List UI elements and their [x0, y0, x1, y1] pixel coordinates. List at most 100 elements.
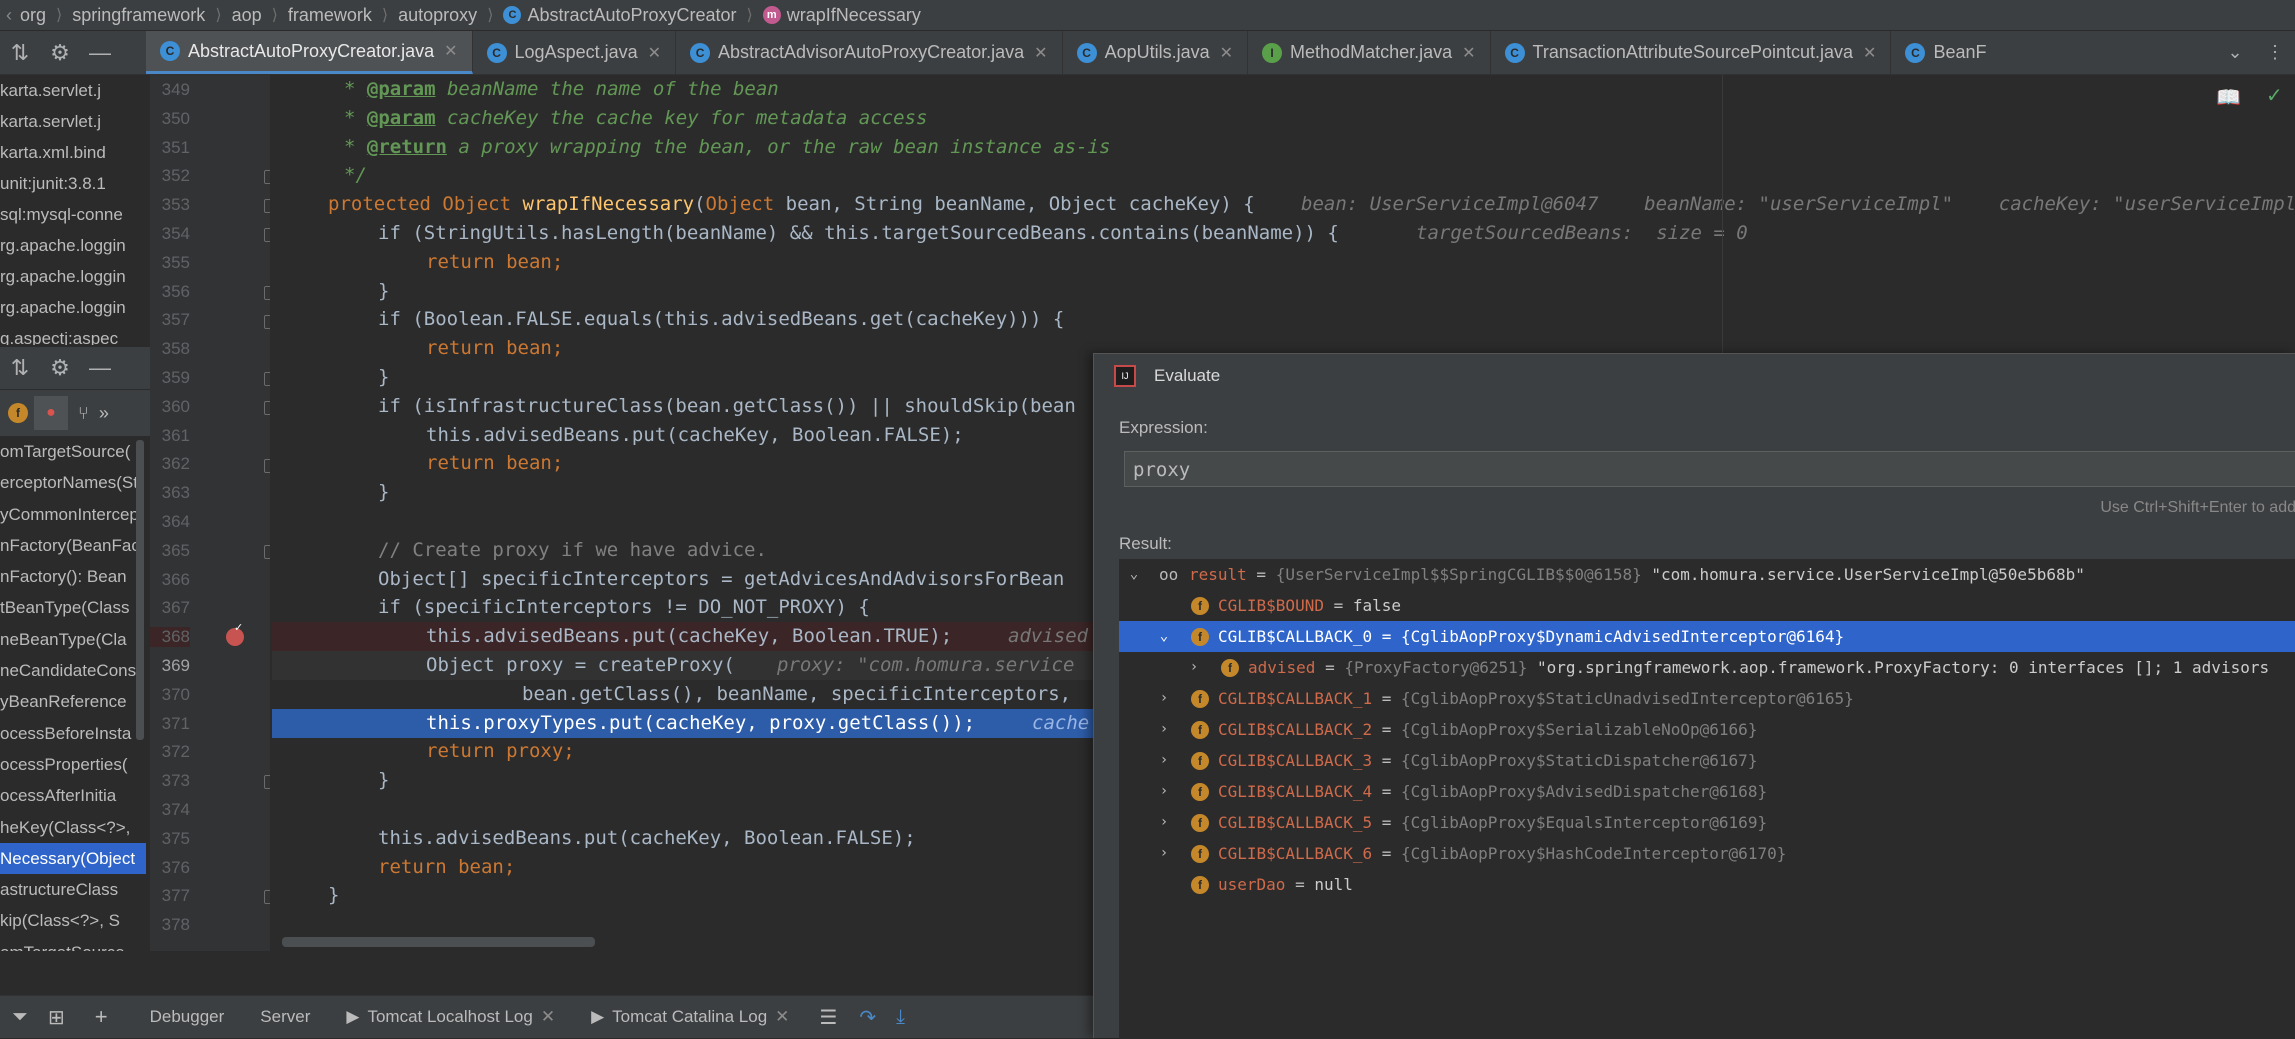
close-icon[interactable]: ✕: [1863, 43, 1876, 63]
list-item[interactable]: karta.servlet.j: [0, 106, 150, 137]
close-icon[interactable]: ✕: [1462, 43, 1475, 63]
chevron-down-icon[interactable]: ⌄: [1127, 559, 1141, 590]
frame-item[interactable]: heKey(Class<?>,: [0, 812, 146, 843]
frame-item[interactable]: ocessAfterInitia: [0, 780, 146, 811]
step-into-icon[interactable]: ⤓: [886, 1006, 915, 1029]
step-over-icon[interactable]: ↷: [849, 1005, 886, 1030]
frame-item[interactable]: ocessBeforeInsta: [0, 718, 146, 749]
lock-icon[interactable]: ●: [34, 396, 68, 430]
chevron-down-icon[interactable]: ⌄: [1157, 621, 1171, 652]
frame-item[interactable]: erceptorNames(St: [0, 467, 146, 498]
filter-icon[interactable]: f: [8, 403, 28, 423]
tree-row[interactable]: › f CGLIB$CALLBACK_2 = {CglibAopProxy$Se…: [1119, 714, 2295, 745]
fold-icon[interactable]: [264, 775, 270, 789]
frame-item[interactable]: omTargetSource: [0, 937, 146, 951]
fold-icon[interactable]: [264, 170, 270, 184]
frame-item[interactable]: kip(Class<?>, S: [0, 905, 146, 936]
tree-row[interactable]: ⌄ oo result = {UserServiceImpl$$SpringCG…: [1119, 559, 2295, 590]
chevron-right-icon[interactable]: ›: [1187, 652, 1201, 683]
list-item[interactable]: unit:junit:3.8.1: [0, 168, 150, 199]
list-item[interactable]: rg.apache.loggin: [0, 261, 150, 292]
fold-icon[interactable]: [264, 545, 270, 559]
list-item[interactable]: karta.xml.bind: [0, 137, 150, 168]
tree-row[interactable]: › f advised = {ProxyFactory@6251} "org.s…: [1119, 652, 2295, 683]
list-item[interactable]: karta.servlet.j: [0, 75, 150, 106]
frame-item[interactable]: neCandidateCons: [0, 655, 146, 686]
chevron-right-icon[interactable]: ›: [1157, 683, 1171, 714]
tab-log-aspect[interactable]: C LogAspect.java ✕: [473, 31, 677, 74]
fold-icon[interactable]: [264, 228, 270, 242]
frame-item[interactable]: ocessProperties(: [0, 749, 146, 780]
tree-row[interactable]: › f CGLIB$CALLBACK_5 = {CglibAopProxy$Eq…: [1119, 807, 2295, 838]
tree-row[interactable]: › f CGLIB$CALLBACK_6 = {CglibAopProxy$Ha…: [1119, 838, 2295, 869]
collapse-all-icon[interactable]: ⇅: [0, 31, 40, 74]
frame-item[interactable]: yCommonIntercep: [0, 499, 146, 530]
chevron-right-icon[interactable]: ›: [1157, 776, 1171, 807]
close-icon[interactable]: ✕: [541, 1007, 555, 1027]
tab-abstract-auto-proxy-creator[interactable]: C AbstractAutoProxyCreator.java ✕: [146, 31, 473, 74]
fold-icon[interactable]: [264, 315, 270, 329]
more-vertical-icon[interactable]: ⋮: [2255, 31, 2295, 74]
gear-icon[interactable]: ⚙: [40, 31, 80, 74]
close-icon[interactable]: ✕: [775, 1007, 789, 1027]
more-icon[interactable]: »: [99, 403, 109, 424]
breadcrumb-item[interactable]: framework: [282, 5, 378, 26]
tab-transaction-attribute-source-pointcut[interactable]: C TransactionAttributeSourcePointcut.jav…: [1491, 31, 1892, 74]
chevron-right-icon[interactable]: ›: [1157, 714, 1171, 745]
list-item[interactable]: g.aspectj:aspec: [0, 323, 150, 345]
close-icon[interactable]: ✕: [648, 43, 661, 63]
chevron-right-icon[interactable]: ›: [1157, 745, 1171, 776]
tab-server[interactable]: Server: [242, 1007, 328, 1027]
add-frame-icon[interactable]: ⊞: [38, 1005, 75, 1030]
frame-item[interactable]: astructureClass: [0, 874, 146, 905]
tree-row-selected[interactable]: ⌄ f CGLIB$CALLBACK_0 = {CglibAopProxy$Dy…: [1119, 621, 2295, 652]
breadcrumb-item[interactable]: ‹ org: [0, 5, 52, 26]
fold-icon[interactable]: [264, 401, 270, 415]
tab-tomcat-localhost-log[interactable]: ▶ Tomcat Localhost Log ✕: [328, 1007, 573, 1027]
gear-icon[interactable]: ⚙: [40, 355, 80, 381]
add-icon[interactable]: +: [75, 1004, 132, 1030]
breadcrumb-item[interactable]: springframework: [66, 5, 211, 26]
frame-item[interactable]: nFactory(BeanFac: [0, 530, 146, 561]
frames-scrollbar[interactable]: [136, 440, 144, 740]
tab-tomcat-catalina-log[interactable]: ▶ Tomcat Catalina Log ✕: [573, 1007, 807, 1027]
tree-row[interactable]: f userDao = null: [1119, 869, 2295, 900]
reader-mode-icon[interactable]: 📖: [2216, 85, 2241, 110]
chevron-right-icon[interactable]: ›: [1157, 838, 1171, 869]
breadcrumb-item[interactable]: C AbstractAutoProxyCreator: [497, 5, 742, 26]
chevron-right-icon[interactable]: ›: [1157, 807, 1171, 838]
frame-item-selected[interactable]: Necessary(Object: [0, 842, 146, 875]
fold-icon[interactable]: [264, 286, 270, 300]
tab-abstract-advisor-auto-proxy-creator[interactable]: C AbstractAdvisorAutoProxyCreator.java ✕: [676, 31, 1063, 74]
filter-icon[interactable]: ⏷: [0, 1006, 38, 1029]
collapse-all-icon[interactable]: ⇅: [0, 355, 40, 381]
frame-item[interactable]: neBeanType(Cla: [0, 624, 146, 655]
close-icon[interactable]: ✕: [1034, 43, 1047, 63]
tab-method-matcher[interactable]: I MethodMatcher.java ✕: [1248, 31, 1491, 74]
frame-item[interactable]: nFactory(): Bean: [0, 561, 146, 592]
menu-icon[interactable]: ☰: [807, 1005, 849, 1030]
breadcrumb-item[interactable]: m wrapIfNecessary: [757, 5, 927, 26]
close-icon[interactable]: ✕: [444, 41, 457, 61]
list-item[interactable]: sql:mysql-conne: [0, 199, 150, 230]
frame-item[interactable]: tBeanType(Class: [0, 592, 146, 623]
funnel-icon[interactable]: ⑂: [78, 403, 89, 424]
frame-item[interactable]: omTargetSource(: [0, 436, 146, 467]
frame-item[interactable]: yBeanReference: [0, 686, 146, 717]
expression-input[interactable]: proxy: [1124, 451, 2295, 487]
chevron-down-icon[interactable]: ⌄: [2215, 31, 2255, 74]
close-icon[interactable]: ✕: [1220, 43, 1233, 63]
tab-bean-factory[interactable]: C BeanF: [1891, 31, 2000, 74]
minimize-icon[interactable]: —: [80, 355, 120, 381]
tree-row[interactable]: › f CGLIB$CALLBACK_3 = {CglibAopProxy$St…: [1119, 745, 2295, 776]
fold-icon[interactable]: [264, 890, 270, 904]
list-item[interactable]: rg.apache.loggin: [0, 230, 150, 261]
tree-row[interactable]: f CGLIB$BOUND = false: [1119, 590, 2295, 621]
tree-row[interactable]: › f CGLIB$CALLBACK_4 = {CglibAopProxy$Ad…: [1119, 776, 2295, 807]
fold-icon[interactable]: [264, 372, 270, 386]
dialog-title-bar[interactable]: IJ Evaluate: [1094, 354, 2295, 398]
breadcrumb-item[interactable]: autoproxy: [392, 5, 483, 26]
fold-icon[interactable]: [264, 199, 270, 213]
minimize-icon[interactable]: —: [80, 31, 120, 74]
tab-debugger[interactable]: Debugger: [132, 1007, 243, 1027]
